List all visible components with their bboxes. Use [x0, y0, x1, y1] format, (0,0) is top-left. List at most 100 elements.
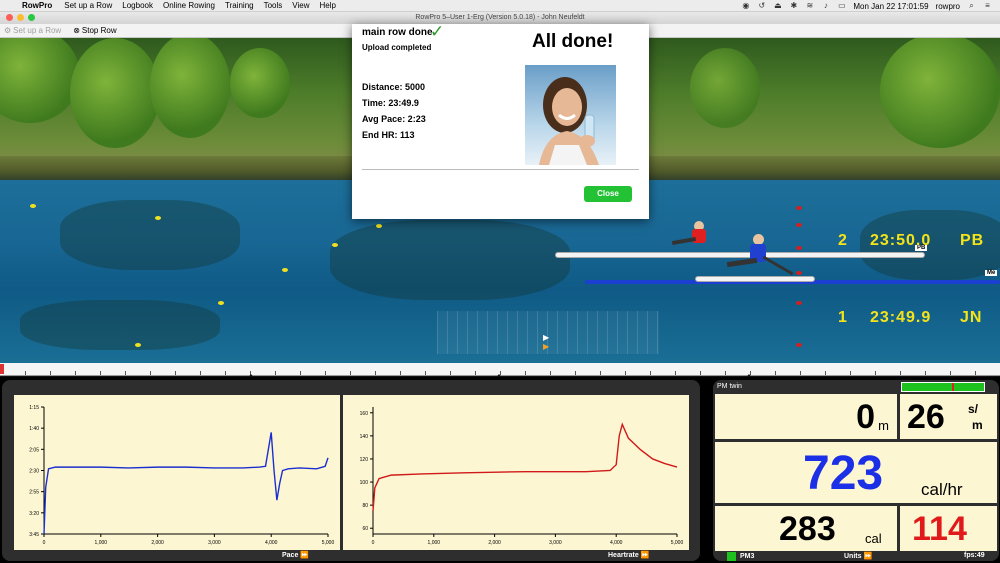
tree — [230, 48, 290, 118]
wifi-icon[interactable]: ≋ — [805, 2, 814, 10]
y-tick-label: 2:05 — [29, 447, 39, 453]
menu-logbook[interactable]: Logbook — [122, 1, 153, 10]
menu-view[interactable]: View — [292, 1, 309, 10]
window-title-bar: RowPro 5–User 1-Erg (Version 5.0.18) - J… — [0, 12, 1000, 24]
search-icon[interactable]: ⌕ — [967, 2, 976, 10]
finish-buoy — [796, 246, 802, 250]
pace-chart-title: Pace — [282, 552, 299, 559]
pace-chart-label[interactable]: Pace ⏩ — [282, 551, 309, 559]
menubar-user[interactable]: rowpro — [936, 2, 960, 11]
connection-status-icon — [727, 552, 736, 561]
ruler-tick — [225, 371, 226, 375]
menu-app-name[interactable]: RowPro — [22, 1, 52, 10]
stroke-overlay: ▶ ▶ — [437, 311, 659, 354]
minimize-window-button[interactable] — [17, 14, 24, 21]
y-tick-label: 100 — [360, 480, 369, 486]
ruler-tick — [700, 371, 701, 375]
ruler-tick — [200, 371, 201, 375]
close-button[interactable]: Close — [584, 186, 632, 202]
lane-1-time: 23:50.0 — [870, 232, 932, 249]
lane-2-time: 23:49.9 — [870, 309, 932, 326]
finish-buoy — [796, 301, 802, 305]
ruler-tick — [725, 371, 726, 375]
heartrate-chart-label[interactable]: Heartrate ⏩ — [608, 551, 649, 559]
charts-panel: 1:15 1:40 2:05 2:30 2:55 3:20 3:45 0 1,000 2,000 3… — [2, 380, 700, 561]
ruler-tick — [25, 371, 26, 375]
tree — [0, 38, 80, 123]
ruler-tick — [650, 371, 651, 375]
menu-help[interactable]: Help — [320, 1, 336, 10]
ruler-tick — [950, 371, 951, 375]
bluetooth-icon[interactable]: ✱ — [789, 2, 798, 10]
menu-tools[interactable]: Tools — [264, 1, 283, 10]
heartrate-cell: 114 — [900, 506, 997, 551]
ruler-tick — [550, 371, 551, 375]
ruler-tick — [300, 371, 301, 375]
tree — [880, 38, 1000, 148]
menu-training[interactable]: Training — [225, 1, 254, 10]
y-tick-label: 80 — [362, 503, 368, 509]
y-tick-label: 160 — [360, 411, 369, 417]
tree-reflection — [330, 220, 570, 300]
ruler-tick — [925, 371, 926, 375]
ruler-tick — [525, 371, 526, 375]
stop-row-button[interactable]: ⊗ Stop Row — [73, 26, 116, 35]
y-tick-label: 60 — [362, 526, 368, 532]
stop-icon: ⊗ — [73, 26, 80, 35]
lane-1-name: PB — [960, 232, 985, 249]
pace-boat-rower — [671, 221, 710, 251]
ruler-tick — [625, 371, 626, 375]
y-tick-label: 2:30 — [29, 469, 39, 475]
dialog-heading: All done! — [532, 31, 614, 52]
battery-icon[interactable]: ▭ — [837, 2, 846, 10]
menu-set-up-a-row[interactable]: Set up a Row — [64, 1, 112, 10]
stroke-rate-bar — [901, 382, 985, 392]
ruler-tick — [350, 371, 351, 375]
spm-unit-bottom: m — [972, 418, 983, 432]
record-icon[interactable]: ◉ — [741, 2, 750, 10]
close-window-button[interactable] — [6, 14, 13, 21]
setup-row-button[interactable]: ⚙ Set up a Row — [4, 26, 61, 35]
calories-cell: 283 cal — [715, 506, 897, 551]
dialog-title: main row done — [362, 27, 433, 38]
calories-value: 283 — [779, 510, 836, 548]
play-icon: ▶ — [543, 333, 550, 342]
ruler-tick — [800, 371, 801, 375]
time-machine-icon[interactable]: ↺ — [757, 2, 766, 10]
menu-list-icon[interactable]: ≡ — [983, 2, 992, 10]
dialog-divider — [362, 169, 639, 170]
ruler-tick — [600, 371, 601, 375]
y-tick-label: 3:20 — [29, 511, 39, 517]
fast-forward-icon: ⏩ — [300, 552, 310, 559]
volume-icon[interactable]: ♪ — [821, 2, 830, 10]
x-tick-label: 2,000 — [151, 540, 164, 546]
pm-status[interactable]: PM3 — [727, 552, 754, 561]
stroke-rate-marker — [952, 383, 954, 391]
menubar-clock[interactable]: Mon Jan 22 17:01:59 — [853, 2, 928, 11]
pace-chart: 1:15 1:40 2:05 2:30 2:55 3:20 3:45 0 1,000 2,000 3… — [14, 395, 340, 550]
calhr-unit: cal/hr — [921, 480, 963, 499]
lane-buoy — [30, 204, 36, 208]
ruler-tick — [875, 371, 876, 375]
eject-icon[interactable]: ⏏ — [773, 2, 782, 10]
calories-unit: cal — [865, 531, 882, 546]
menu-online-rowing[interactable]: Online Rowing — [163, 1, 215, 10]
series-line — [43, 432, 329, 535]
tree — [690, 48, 760, 128]
ruler-tick — [125, 371, 126, 375]
ruler-tick — [275, 371, 276, 375]
window-title: RowPro 5–User 1-Erg (Version 5.0.18) - J… — [415, 14, 585, 21]
fast-forward-icon: ⏩ — [640, 552, 650, 559]
zoom-window-button[interactable] — [28, 14, 35, 21]
checkmark-icon: ✓ — [430, 22, 445, 41]
heartrate-chart-title: Heartrate — [608, 552, 639, 559]
heartrate-chart: 60 80 100 120 140 160 0 1,000 2,000 3,000 4,000 5,0… — [343, 395, 689, 550]
spm-cell: 26 s/ m — [900, 394, 997, 439]
series-line — [372, 422, 678, 511]
units-button[interactable]: Units ⏩ — [844, 552, 872, 560]
ruler-tick — [75, 371, 76, 375]
lane-buoy — [376, 224, 382, 228]
x-tick-label: 3,000 — [208, 540, 221, 546]
ruler-tick — [900, 371, 901, 375]
lane-2-place: 1 — [838, 309, 848, 326]
